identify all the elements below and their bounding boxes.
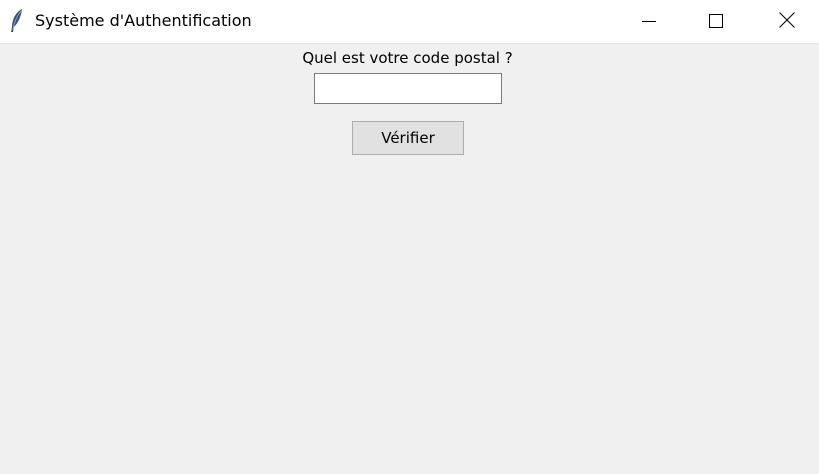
postal-code-input[interactable] <box>314 73 502 104</box>
postal-code-label: Quel est votre code postal ? <box>302 49 513 67</box>
form-area: Quel est votre code postal ? Vérifier <box>0 45 819 474</box>
app-window: Système d'Authentification Quel est votr… <box>0 0 819 474</box>
title-bar[interactable]: Système d'Authentification <box>0 0 819 44</box>
verify-button[interactable]: Vérifier <box>352 121 464 155</box>
close-button[interactable] <box>758 0 816 44</box>
feather-icon <box>9 8 25 34</box>
minimize-icon <box>642 13 656 32</box>
close-icon <box>779 12 795 32</box>
minimize-button[interactable] <box>620 0 678 44</box>
window-title: Système d'Authentification <box>35 11 252 30</box>
maximize-button[interactable] <box>687 0 745 44</box>
maximize-icon <box>709 13 723 32</box>
